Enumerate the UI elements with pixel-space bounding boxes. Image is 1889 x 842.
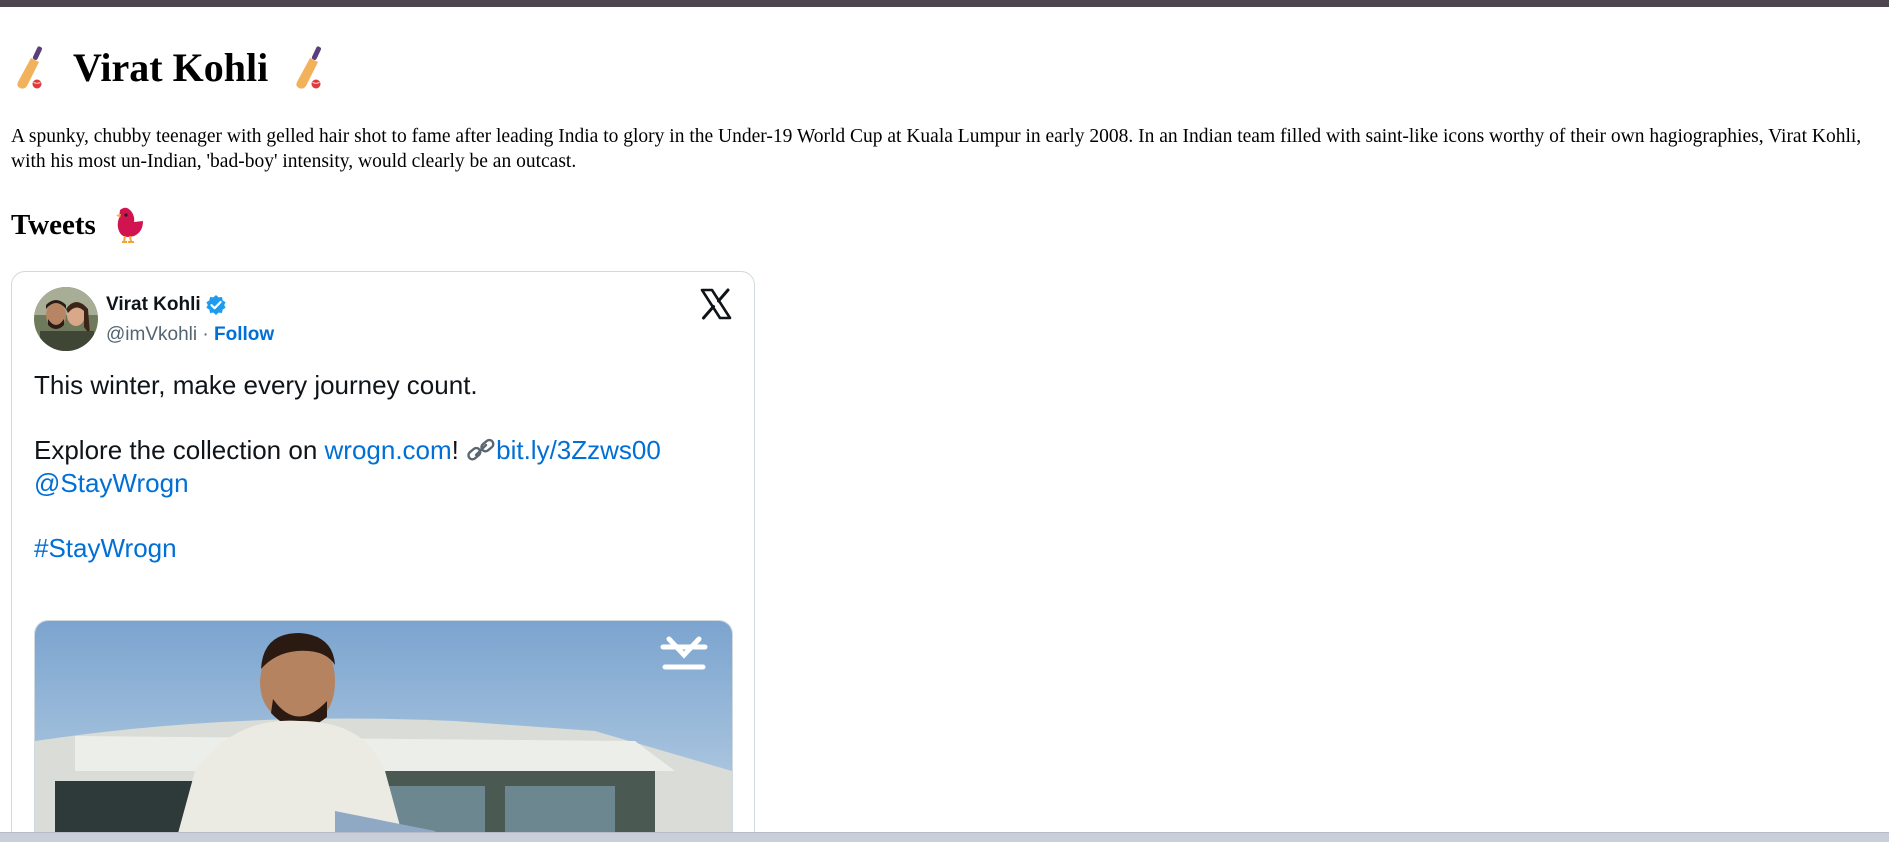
avatar-image <box>34 287 98 351</box>
title-row: Virat Kohli <box>11 38 1889 98</box>
x-logo-icon[interactable] <box>700 288 732 320</box>
tweet-line-1: This winter, make every journey count. <box>34 370 478 400</box>
bio-paragraph: A spunky, chubby teenager with gelled ha… <box>11 126 1862 172</box>
author-block: Virat Kohli @imVkohli · Follow <box>106 292 274 346</box>
mention-link[interactable]: @StayWrogn <box>34 467 734 500</box>
tweets-heading: Tweets <box>11 208 96 241</box>
author-handle[interactable]: @imVkohli <box>106 324 197 345</box>
embedded-tweet-card[interactable]: Virat Kohli @imVkohli · Follow This wint… <box>11 271 755 842</box>
tweet-body: This winter, make every journey count. E… <box>34 369 734 565</box>
wrogn-link[interactable]: wrogn.com <box>325 435 452 465</box>
tweet-text: Explore the collection on <box>34 435 325 465</box>
window-top-bar <box>0 0 1889 7</box>
cricket-bat-icon <box>296 46 322 89</box>
cricket-bat-icon <box>17 46 43 89</box>
tweet-media-image[interactable] <box>34 620 733 842</box>
avatar[interactable] <box>34 287 98 351</box>
link-icon <box>467 438 495 461</box>
tweet-line-2: Explore the collection on wrogn.com! bit… <box>34 434 734 467</box>
short-link[interactable]: bit.ly/3Zzws00 <box>496 435 661 465</box>
tweet-text: ! <box>451 435 467 465</box>
author-name-row: Virat Kohli <box>106 292 274 318</box>
handle-row: @imVkohli · Follow <box>106 324 274 346</box>
tweets-heading-row: Tweets <box>11 206 146 244</box>
page-title: Virat Kohli <box>73 45 269 90</box>
verified-badge-icon <box>206 295 226 315</box>
media-photo <box>35 621 732 842</box>
tweet-header: Virat Kohli @imVkohli · Follow <box>34 287 274 351</box>
follow-link[interactable]: Follow <box>214 324 274 345</box>
hashtag-link[interactable]: #StayWrogn <box>34 532 734 565</box>
page-content: Virat Kohli A spunky, chubby teenager wi… <box>11 38 1889 842</box>
window-bottom-bar <box>0 832 1889 842</box>
bird-icon <box>115 207 143 243</box>
handle-separator: · <box>197 324 214 345</box>
author-name[interactable]: Virat Kohli <box>106 294 201 316</box>
